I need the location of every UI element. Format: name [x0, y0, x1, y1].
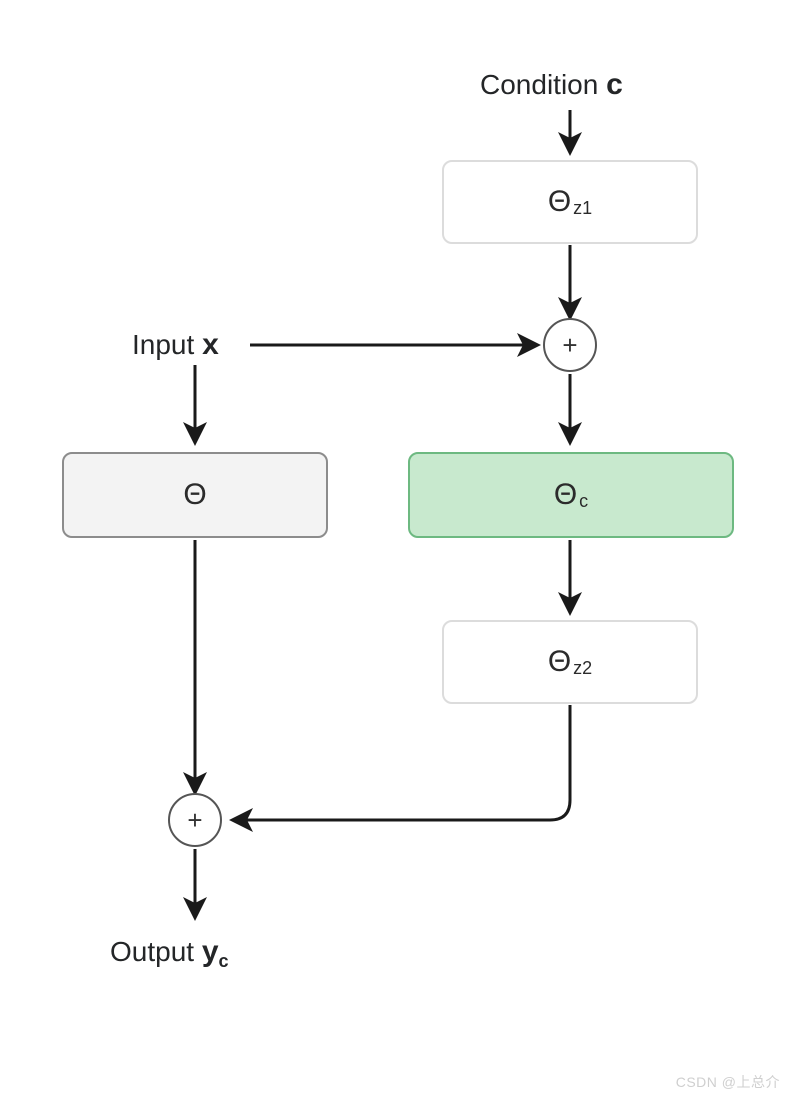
- condition-text: Condition: [480, 69, 606, 100]
- output-text: Output: [110, 936, 202, 967]
- add-node-2: +: [168, 793, 222, 847]
- watermark-text: CSDN @上总介: [676, 1072, 780, 1092]
- output-var: y: [202, 935, 219, 968]
- theta-z2-block: Θz2: [442, 620, 698, 704]
- input-text: Input: [132, 329, 202, 360]
- plus-icon: +: [187, 805, 202, 836]
- input-label: Input x: [132, 328, 219, 362]
- theta-z1-block: Θz1: [442, 160, 698, 244]
- diagram-canvas: Condition c Θz1 + Input x Θ Θc Θz2 + Out…: [0, 0, 794, 1102]
- theta-main: Θ: [183, 478, 206, 512]
- theta-z1-sub: z1: [573, 198, 592, 219]
- output-sub: c: [219, 951, 229, 972]
- theta-z2-main: Θ: [548, 645, 571, 679]
- theta-c-main: Θ: [554, 478, 577, 512]
- add-node-1: +: [543, 318, 597, 372]
- theta-c-sub: c: [579, 491, 588, 512]
- theta-c-block: Θc: [408, 452, 734, 538]
- condition-var: c: [606, 68, 623, 101]
- condition-label: Condition c: [480, 68, 623, 102]
- output-label: Output yc: [110, 935, 229, 969]
- plus-icon: +: [562, 330, 577, 361]
- theta-z2-sub: z2: [573, 658, 592, 679]
- theta-block: Θ: [62, 452, 328, 538]
- theta-z1-main: Θ: [548, 185, 571, 219]
- input-var: x: [202, 328, 219, 361]
